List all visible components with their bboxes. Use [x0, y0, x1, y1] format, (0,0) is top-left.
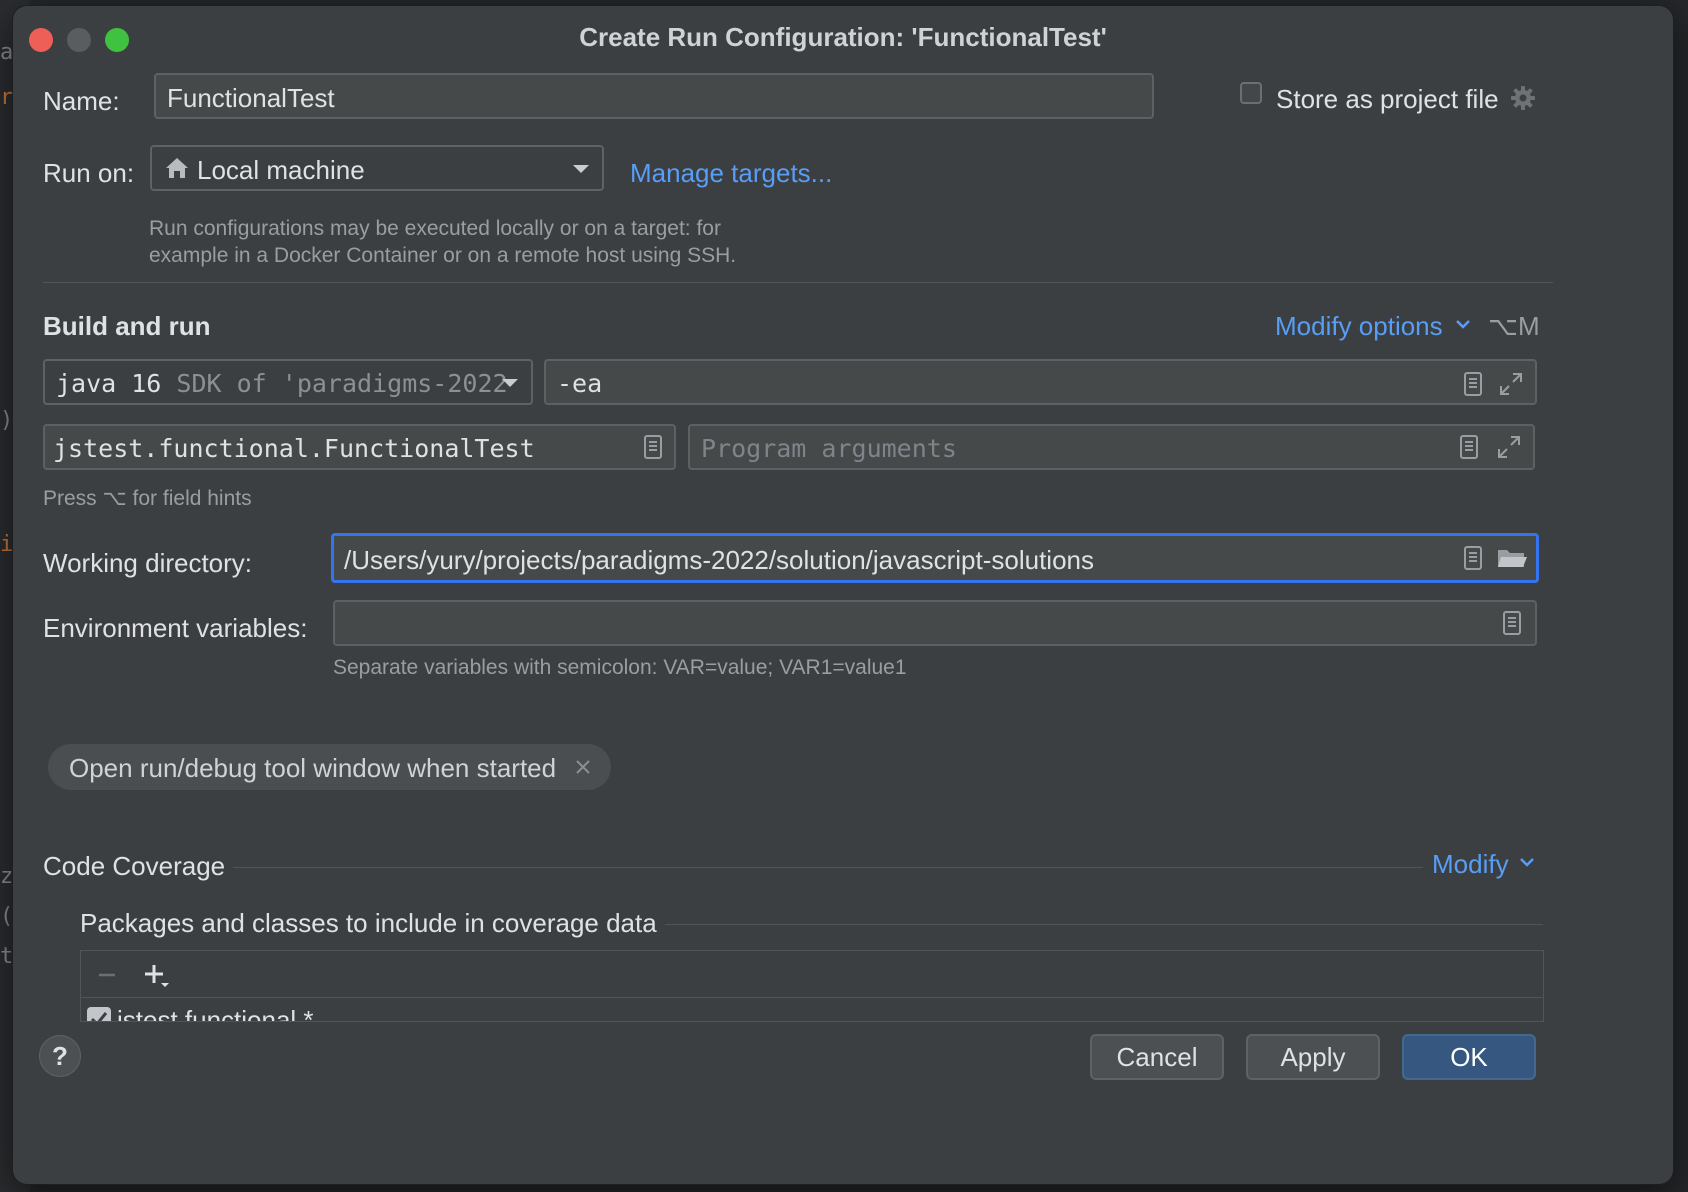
document-icon[interactable] [1462, 545, 1484, 571]
editor-fragment: r [0, 85, 14, 110]
code-coverage-heading: Code Coverage [43, 851, 226, 881]
option-chip[interactable]: Open run/debug tool window when started [48, 744, 611, 790]
name-label: Name: [43, 86, 120, 116]
chevron-down-icon[interactable] [1519, 856, 1535, 868]
document-icon[interactable] [1501, 610, 1523, 636]
store-as-project-file-label: Store as project file [1276, 84, 1499, 114]
run-on-value: Local machine [197, 155, 365, 185]
editor-fragment: ( [0, 904, 14, 929]
name-input[interactable]: FunctionalTest [154, 73, 1154, 119]
modify-options-shortcut: ⌥M [1488, 311, 1540, 341]
divider [233, 867, 1423, 868]
minus-icon[interactable] [97, 965, 117, 985]
environment-variables-hint: Separate variables with semicolon: VAR=v… [333, 656, 907, 679]
coverage-list-toolbar [81, 951, 1543, 998]
add-icon[interactable] [144, 963, 170, 989]
run-on-hint-line1: Run configurations may be executed local… [149, 217, 721, 240]
editor-fragment: ) [0, 408, 14, 433]
chevron-down-icon[interactable] [1455, 318, 1471, 330]
chevron-down-icon [502, 379, 518, 387]
document-icon[interactable] [642, 434, 664, 460]
document-icon[interactable] [1462, 371, 1484, 397]
editor-fragment: z [0, 864, 14, 889]
run-on-label: Run on: [43, 158, 135, 188]
working-directory-label: Working directory: [43, 548, 253, 578]
cancel-button[interactable]: Cancel [1090, 1034, 1224, 1080]
expand-icon[interactable] [1498, 371, 1524, 397]
jdk-main: java 16 [56, 369, 162, 398]
gear-icon[interactable] [1509, 84, 1537, 112]
jdk-dropdown[interactable]: java 16 SDK of 'paradigms-2022 [43, 359, 533, 405]
program-arguments-placeholder: Program arguments [701, 434, 957, 463]
coverage-item-checkbox[interactable] [87, 1007, 111, 1021]
editor-fragment: a [0, 40, 14, 65]
close-icon[interactable] [575, 759, 591, 775]
manage-targets-link[interactable]: Manage targets... [630, 158, 832, 189]
dialog-title: Create Run Configuration: 'FunctionalTes… [579, 22, 1107, 52]
jdk-value: java 16 SDK of 'paradigms-2022 [56, 369, 508, 398]
option-chip-label: Open run/debug tool window when started [69, 753, 557, 783]
field-hints-text: Press ⌥ for field hints [43, 487, 252, 510]
coverage-item-label: jstest.functional.* [117, 1005, 314, 1022]
editor-fragment: i [0, 532, 14, 557]
jdk-detail: SDK of 'paradigms-2022 [176, 369, 508, 398]
modify-options-link[interactable]: Modify options [1275, 311, 1443, 342]
main-class-value: jstest.functional.FunctionalTest [53, 434, 535, 463]
coverage-list-panel: jstest.functional.* [80, 950, 1544, 1022]
run-on-hint-line2: example in a Docker Container or on a re… [149, 244, 737, 267]
vm-options-input[interactable]: -ea [544, 359, 1537, 405]
run-configuration-dialog: Create Run Configuration: 'FunctionalTes… [13, 6, 1673, 1184]
environment-variables-label: Environment variables: [43, 613, 308, 643]
divider [43, 282, 1553, 283]
coverage-modify-link[interactable]: Modify [1432, 849, 1509, 880]
environment-variables-input[interactable] [333, 600, 1537, 646]
main-class-input[interactable]: jstest.functional.FunctionalTest [43, 424, 676, 470]
program-arguments-input[interactable]: Program arguments [688, 424, 1535, 470]
apply-button[interactable]: Apply [1246, 1034, 1380, 1080]
document-icon[interactable] [1458, 434, 1480, 460]
build-and-run-heading: Build and run [43, 311, 211, 341]
divider [665, 924, 1543, 925]
home-icon [166, 158, 188, 178]
packages-heading: Packages and classes to include in cover… [80, 908, 657, 938]
run-on-dropdown[interactable]: Local machine [150, 145, 604, 191]
folder-icon[interactable] [1496, 546, 1528, 570]
vm-options-value: -ea [557, 369, 603, 398]
store-as-project-file-checkbox[interactable] [1240, 82, 1262, 104]
working-directory-value: /Users/yury/projects/paradigms-2022/solu… [344, 545, 1094, 575]
chevron-down-icon [573, 165, 589, 173]
editor-fragment: t [0, 944, 14, 969]
help-button[interactable]: ? [39, 1035, 81, 1077]
name-input-value: FunctionalTest [167, 83, 335, 113]
expand-icon[interactable] [1496, 434, 1522, 460]
working-directory-input[interactable]: /Users/yury/projects/paradigms-2022/solu… [331, 533, 1539, 583]
ok-button[interactable]: OK [1402, 1034, 1536, 1080]
